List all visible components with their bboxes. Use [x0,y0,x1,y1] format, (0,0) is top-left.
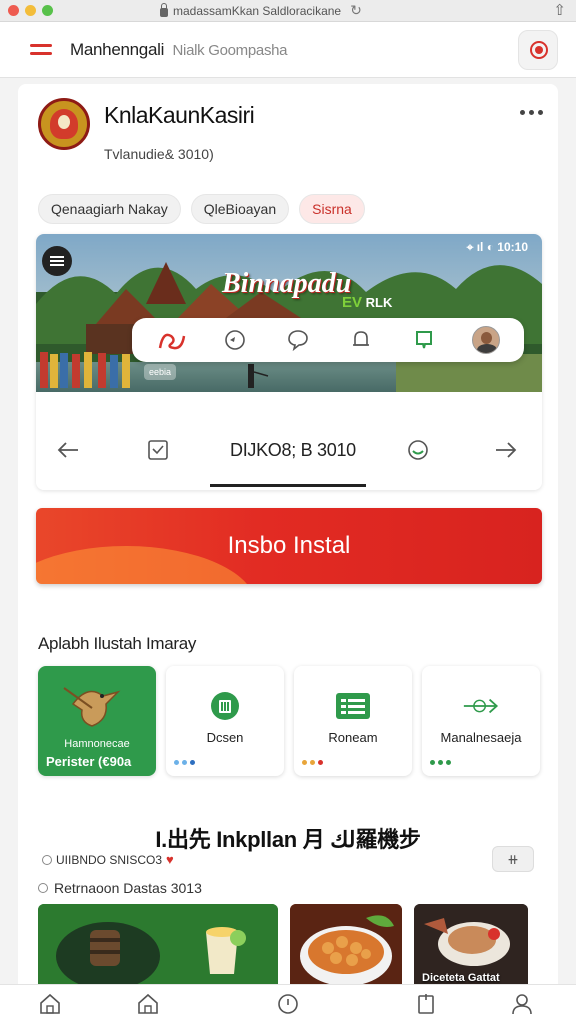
menu-icon[interactable] [30,44,52,56]
bird-icon [63,687,121,727]
hero-menu-button[interactable] [42,246,72,276]
photo-dish[interactable]: Diceteta Gattat [414,904,528,990]
list-icon [333,686,373,726]
app-header: Manhenngali Nialk Goompasha [0,22,576,78]
notification-icon [530,41,548,59]
chip-2[interactable]: QleBioayan [190,194,290,224]
chat-bubble-icon[interactable] [283,325,313,355]
hero-badge: eebia [144,364,177,380]
profile-name: KnlaKaunKasiri [104,102,255,128]
install-button-label: Insbo Instal [227,532,351,559]
forward-arrow-icon[interactable] [492,436,520,464]
meta-line-2: Retrnaoon Dastas 3013 [38,880,202,896]
user-avatar[interactable] [471,326,500,354]
tile-manalnesaeja-dots [430,760,451,765]
photo-food-bowl[interactable] [290,904,402,990]
sliders-icon: ⧺ [507,850,519,867]
tile-roneam[interactable]: Roneam [294,666,412,776]
main-card: KnlaKaunKasiri Tvlanudie& 3010) Qenaagia… [18,84,558,1024]
meta-line-2-text: Retrnaoon Dastas 3013 [54,880,202,896]
hero-date: DIJKO8; B 3010 [230,440,356,460]
meta-line-1: UIIBNDO SNISCO3 ♥ [42,852,174,867]
section-title: Aplabh Ilustah Imaray [38,634,197,653]
hero-card: ⌖ ıl ◐ 10:10 Binnapadu EV RLK eebia DIJK… [36,234,542,490]
headline: I.出先 Inkpllan 月 لك羅機步 [155,827,421,852]
message-icon[interactable] [409,325,439,355]
tile-roneam-label: Roneam [328,730,378,745]
compass-icon[interactable] [220,325,250,355]
browser-chrome: madassamKkan Saldloracikane ↻ ⇧ [0,0,576,22]
tile-featured-label: Hamnonecae [64,738,130,750]
heart-icon[interactable]: ♥ [166,852,174,867]
bottom-navigation [0,984,576,1024]
app-subtitle-text: Nialk Goompasha [172,42,288,59]
radio-icon[interactable] [42,854,52,865]
page-title: Manhenngali Nialk Goompasha [70,40,288,60]
tile-manalnesaeja-label: Manalnesaeja [440,730,522,745]
radio-icon[interactable] [38,883,48,893]
tile-dcsen-dots [174,760,195,765]
install-button[interactable]: Insbo Instal [36,508,542,584]
active-indicator [210,484,366,487]
url-text: madassamKkan Saldloracikane [173,3,342,18]
nav-home-icon[interactable] [36,991,64,1017]
photo-row: Diceteta Gattat [38,904,538,990]
close-window-button[interactable] [8,5,19,16]
hero-status: ⌖ ıl ◐ 10:10 [466,240,528,254]
maximize-window-button[interactable] [42,5,53,16]
category-tiles: Hamnonecae Perister (€90a Dcsen Roneam M… [38,666,540,776]
profile-meta: Tvlanudie& 3010) [104,146,214,162]
nav-clock-icon[interactable] [274,991,302,1017]
nav-document-icon[interactable] [412,991,440,1017]
tile-dcsen-label: Dcsen [206,730,244,745]
hero-tag-text: RLK [365,295,393,310]
checkbox-icon[interactable] [144,436,172,464]
app-title-text: Manhenngali [70,40,165,59]
trash-icon [205,686,245,726]
photo-drinks[interactable] [38,904,278,990]
nav-explore-icon[interactable] [134,991,162,1017]
bell-icon[interactable] [346,325,376,355]
hero-navigation: DIJKO8; B 3010 [36,392,542,490]
smile-icon[interactable] [404,436,432,464]
chip-3[interactable]: Sisrna [299,194,365,224]
minimize-window-button[interactable] [25,5,36,16]
filter-chips: Qenaagiarh Nakay QleBioayan Sisrna [38,194,365,224]
food-bowl-image [290,904,402,990]
url-bar[interactable]: madassamKkan Saldloracikane ↻ [160,2,400,19]
drinks-image [38,904,278,990]
hero-title: Binnapadu [222,268,352,299]
strip-logo-icon[interactable] [157,325,187,355]
chip-1[interactable]: Qenaagiarh Nakay [38,194,181,224]
arrow-target-icon [461,686,501,726]
tile-dcsen[interactable]: Dcsen [166,666,284,776]
meta-line-1-text: UIIBNDO SNISCO3 [56,852,163,867]
hero-tag: EV RLK [342,294,392,311]
hero-image [36,234,542,392]
more-options-icon[interactable] [518,104,544,120]
photo-caption: Diceteta Gattat [422,972,500,984]
reload-icon[interactable]: ↻ [350,2,362,19]
profile-logo [38,98,90,150]
tile-featured-price: Perister (€90a [46,754,132,769]
notification-button[interactable] [518,30,558,70]
quick-action-strip [132,318,524,362]
share-icon[interactable]: ⇧ [553,1,566,19]
tile-manalnesaeja[interactable]: Manalnesaeja [422,666,540,776]
nav-profile-icon[interactable] [508,991,536,1017]
lock-icon [160,2,168,17]
tile-featured[interactable]: Hamnonecae Perister (€90a [38,666,156,776]
back-arrow-icon[interactable] [54,436,82,464]
tile-roneam-dots [302,760,323,765]
filter-button[interactable]: ⧺ [492,846,534,872]
hero-tag-prefix: EV [342,294,363,311]
